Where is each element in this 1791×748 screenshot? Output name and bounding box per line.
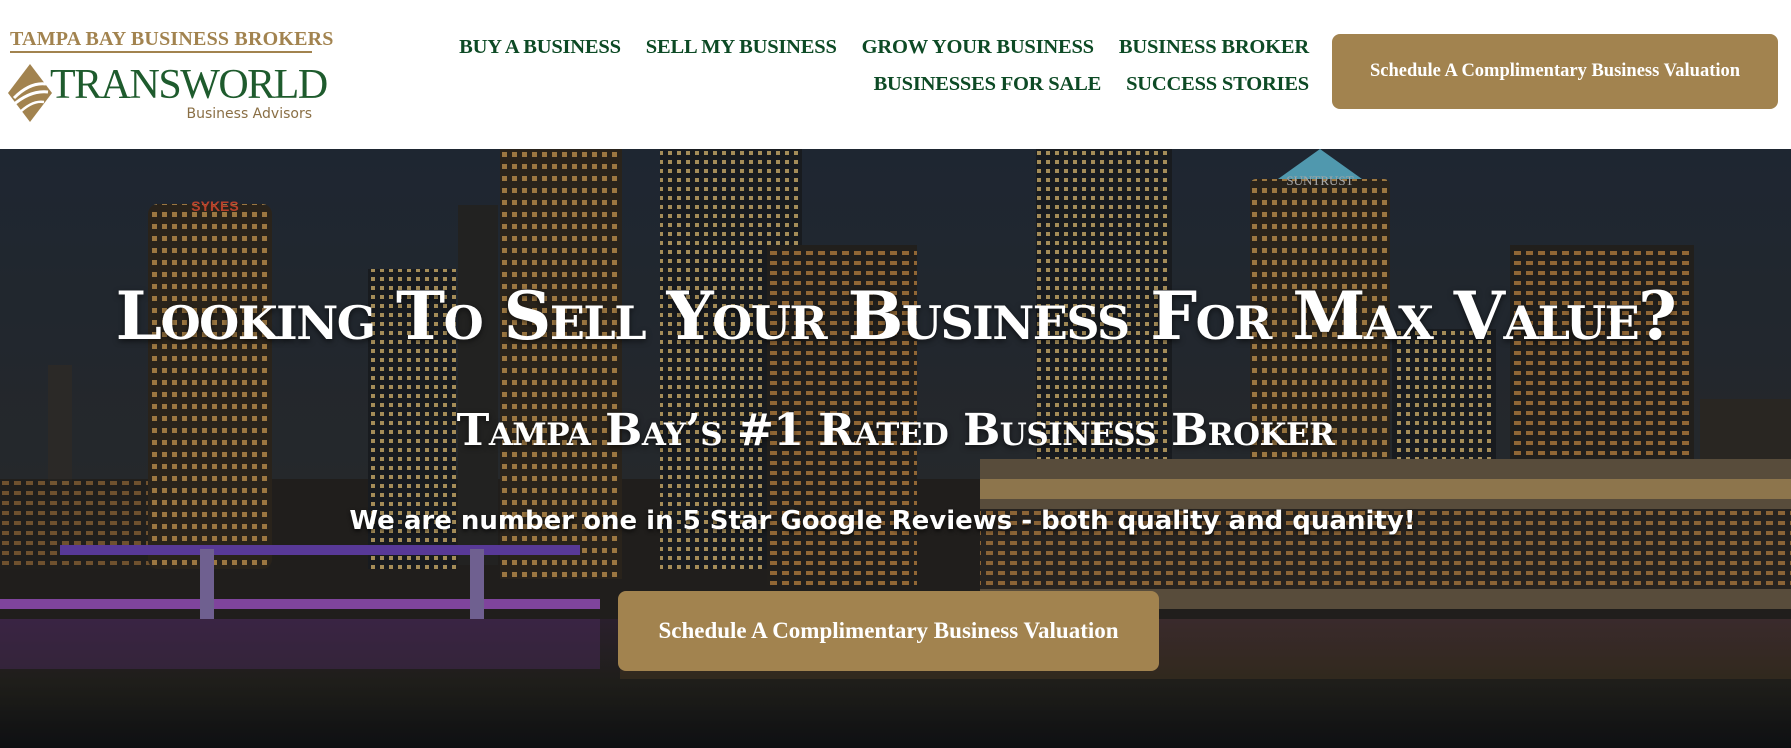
nav-businesses-for-sale[interactable]: BUSINESSES FOR SALE [874,73,1102,110]
hero-valuation-button[interactable]: Schedule A Complimentary Business Valuat… [618,591,1159,671]
diamond-logo-icon [8,64,52,122]
header-valuation-button[interactable]: Schedule A Complimentary Business Valuat… [1332,34,1778,109]
logo-wordmark: TRANSWORLD [50,62,328,108]
site-header: TAMPA BAY BUSINESS BROKERS TRANSWORLD Bu… [0,0,1791,149]
hero-subtitle: Tampa Bay’s #1 Rated Business Broker [456,405,1335,456]
logo-divider [10,51,312,53]
nav-business-broker[interactable]: BUSINESS BROKER [1119,36,1309,73]
site-logo[interactable]: TAMPA BAY BUSINESS BROKERS TRANSWORLD Bu… [6,26,333,126]
nav-success-stories[interactable]: SUCCESS STORIES [1126,73,1309,110]
nav-sell-my-business[interactable]: SELL MY BUSINESS [646,36,837,73]
hero-title: Looking To Sell Your Business For Max Va… [115,277,1677,355]
hero-section: SYKES SUNTRUST Looking To Sell Your Busi… [0,149,1791,748]
logo-kicker: TAMPA BAY BUSINESS BROKERS [10,28,334,50]
nav-row-primary: BUY A BUSINESS SELL MY BUSINESS GROW YOU… [349,36,1309,73]
nav-grow-your-business[interactable]: GROW YOUR BUSINESS [862,36,1094,73]
nav-buy-a-business[interactable]: BUY A BUSINESS [459,36,621,73]
hero-tagline: We are number one in 5 Star Google Revie… [349,506,1416,536]
logo-subtitle: Business Advisors [186,106,313,122]
main-nav: BUY A BUSINESS SELL MY BUSINESS GROW YOU… [349,36,1309,110]
nav-row-secondary: BUSINESSES FOR SALE SUCCESS STORIES [349,73,1310,110]
